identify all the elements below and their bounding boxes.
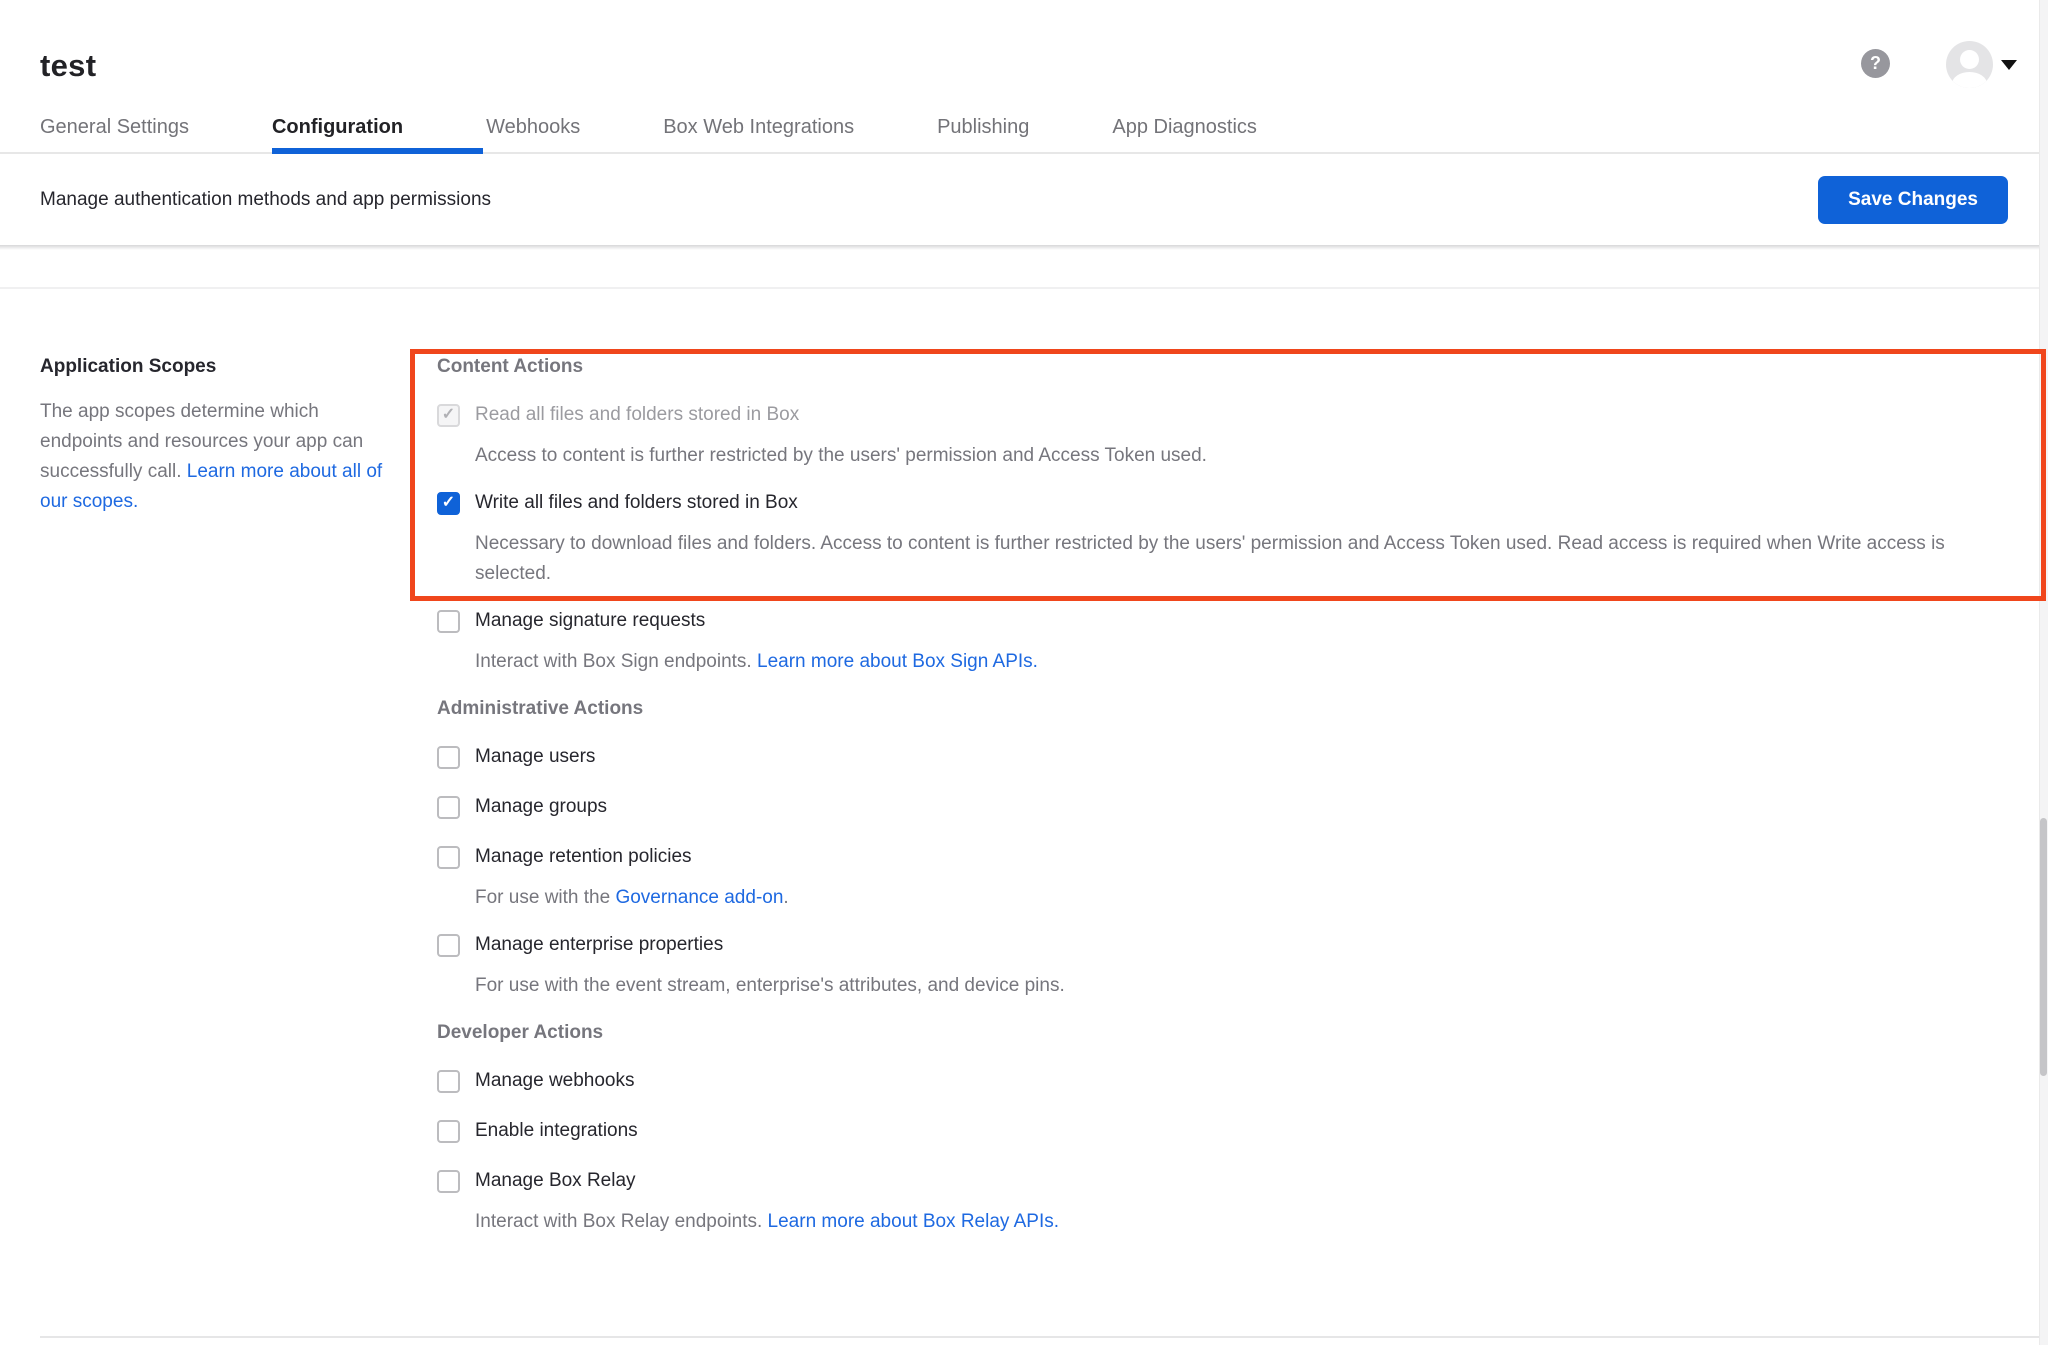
avatar: [1946, 41, 1993, 88]
caret-down-icon: [2001, 60, 2017, 70]
checkmark-icon: ✓: [442, 495, 455, 511]
tab-bar: General Settings Configuration Webhooks …: [0, 116, 2048, 154]
app-settings-page: test ? General Settings Configuration We…: [0, 0, 2048, 1345]
checkbox-read-files: ✓: [437, 404, 460, 427]
scope-label: Manage signature requests: [475, 609, 705, 633]
avatar-body-shape: [1952, 72, 1987, 88]
scope-signature-requests: Manage signature requests Interact with …: [437, 609, 1958, 677]
scope-label: Manage webhooks: [475, 1069, 635, 1093]
scope-label: Enable integrations: [475, 1119, 638, 1143]
section-heading: Developer Actions: [437, 1021, 1958, 1045]
checkbox-enable-integrations[interactable]: [437, 1120, 460, 1143]
governance-addon-link[interactable]: Governance add-on: [615, 887, 783, 908]
page-header: test: [0, 0, 2048, 84]
scope-description: Access to content is further restricted …: [475, 441, 1958, 471]
description-text: Interact with Box Relay endpoints.: [475, 1211, 768, 1232]
scope-label: Read all files and folders stored in Box: [475, 403, 799, 427]
scrollbar-thumb[interactable]: [2040, 818, 2047, 1076]
account-menu[interactable]: [1946, 41, 2017, 88]
tab-app-diagnostics[interactable]: App Diagnostics: [1112, 116, 1337, 152]
bottom-divider: [40, 1336, 2039, 1338]
help-icon[interactable]: ?: [1861, 49, 1890, 78]
scope-label: Write all files and folders stored in Bo…: [475, 491, 798, 515]
scope-description: Interact with Box Sign endpoints. Learn …: [475, 647, 1958, 677]
checkbox-manage-users[interactable]: [437, 746, 460, 769]
checkbox-box-relay[interactable]: [437, 1170, 460, 1193]
scope-write-files: ✓ Write all files and folders stored in …: [437, 491, 1958, 589]
description-text: .: [783, 887, 788, 908]
sidebar-description: The app scopes determine which endpoints…: [40, 397, 400, 517]
subheader: Manage authentication methods and app pe…: [0, 154, 2048, 245]
scope-enterprise-properties: Manage enterprise properties For use wit…: [437, 933, 1958, 1001]
scopes-main: Content Actions ✓ Read all files and fol…: [437, 355, 2048, 1257]
question-mark-glyph: ?: [1870, 53, 1881, 74]
section-administrative-actions: Administrative Actions Manage users Mana…: [437, 697, 1958, 1001]
section-developer-actions: Developer Actions Manage webhooks Enable…: [437, 1021, 1958, 1237]
scope-box-relay: Manage Box Relay Interact with Box Relay…: [437, 1169, 1958, 1237]
box-sign-learn-more-link[interactable]: Learn more about Box Sign APIs.: [757, 651, 1038, 672]
scope-description: For use with the Governance add-on.: [475, 883, 1958, 913]
scope-label: Manage enterprise properties: [475, 933, 723, 957]
scope-label: Manage groups: [475, 795, 607, 819]
scope-manage-users: Manage users: [437, 745, 1958, 769]
avatar-head-shape: [1960, 50, 1979, 69]
section-heading: Administrative Actions: [437, 697, 1958, 721]
scope-manage-groups: Manage groups: [437, 795, 1958, 819]
header-shadow-divider: [0, 245, 2048, 250]
scope-description: For use with the event stream, enterpris…: [475, 971, 1958, 1001]
subheader-description: Manage authentication methods and app pe…: [40, 189, 491, 211]
section-content-actions: Content Actions ✓ Read all files and fol…: [437, 355, 1958, 677]
content-area: Application Scopes The app scopes determ…: [0, 289, 2048, 1257]
scope-description: Necessary to download files and folders.…: [475, 529, 1958, 589]
checkbox-retention-policies[interactable]: [437, 846, 460, 869]
checkbox-enterprise-properties[interactable]: [437, 934, 460, 957]
tab-general-settings[interactable]: General Settings: [40, 116, 269, 152]
section-heading: Content Actions: [437, 355, 1958, 379]
scope-retention-policies: Manage retention policies For use with t…: [437, 845, 1958, 913]
checkmark-icon: ✓: [442, 407, 455, 423]
page-title: test: [40, 48, 2008, 84]
description-text: Interact with Box Sign endpoints.: [475, 651, 757, 672]
checkbox-signature-requests[interactable]: [437, 610, 460, 633]
box-relay-learn-more-link[interactable]: Learn more about Box Relay APIs.: [768, 1211, 1060, 1232]
tab-box-web-integrations[interactable]: Box Web Integrations: [663, 116, 934, 152]
description-text: For use with the: [475, 887, 615, 908]
checkbox-write-files[interactable]: ✓: [437, 492, 460, 515]
tab-webhooks[interactable]: Webhooks: [486, 116, 660, 152]
scope-manage-webhooks: Manage webhooks: [437, 1069, 1958, 1093]
scope-label: Manage retention policies: [475, 845, 692, 869]
tab-publishing[interactable]: Publishing: [937, 116, 1109, 152]
scope-enable-integrations: Enable integrations: [437, 1119, 1958, 1143]
scrollbar-track[interactable]: [2039, 0, 2048, 1345]
scope-label: Manage Box Relay: [475, 1169, 636, 1193]
tab-configuration[interactable]: Configuration: [272, 116, 483, 152]
scope-description: Interact with Box Relay endpoints. Learn…: [475, 1207, 1958, 1237]
scope-label: Manage users: [475, 745, 595, 769]
sidebar-heading: Application Scopes: [40, 355, 400, 379]
save-changes-button[interactable]: Save Changes: [1818, 176, 2008, 224]
checkbox-manage-groups[interactable]: [437, 796, 460, 819]
scope-read-files: ✓ Read all files and folders stored in B…: [437, 403, 1958, 471]
checkbox-manage-webhooks[interactable]: [437, 1070, 460, 1093]
scopes-sidebar: Application Scopes The app scopes determ…: [0, 355, 437, 1257]
